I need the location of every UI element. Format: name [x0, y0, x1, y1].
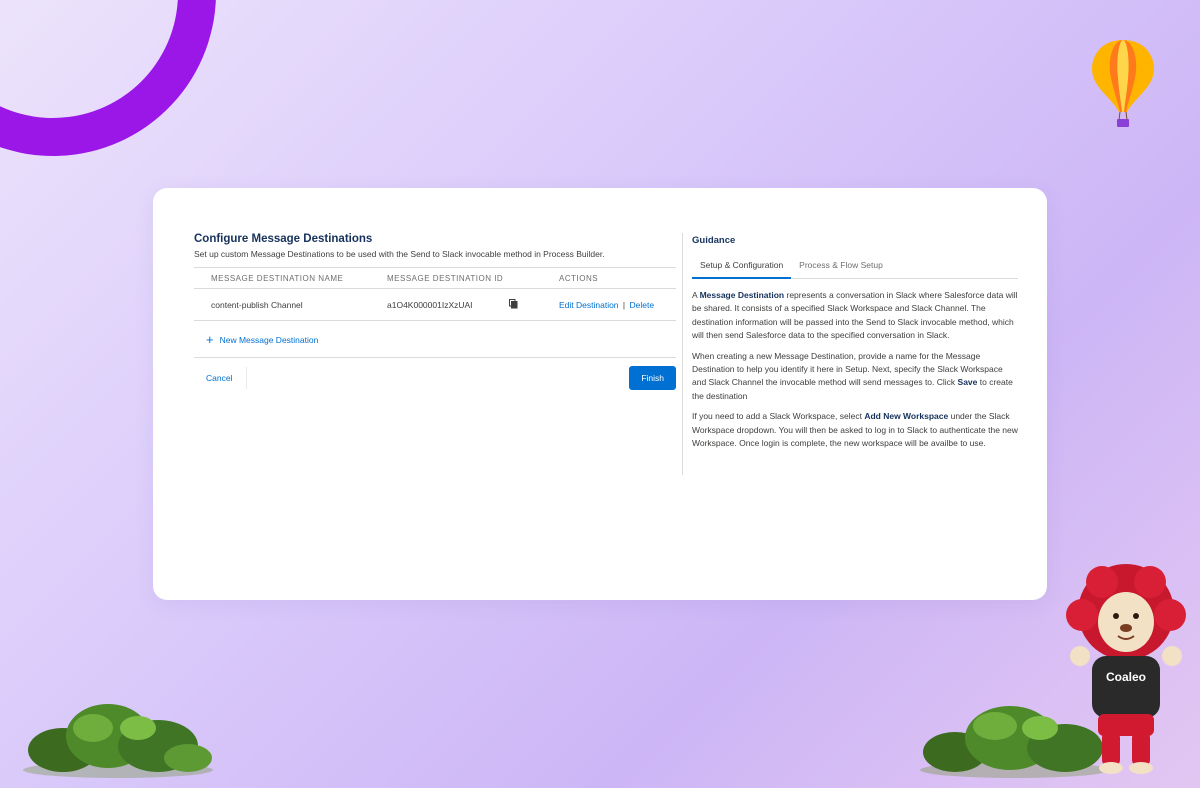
table-row: content-publish Channel a1O4K000001IzXzU…: [194, 288, 676, 321]
table-header-row: MESSAGE DESTINATION NAME MESSAGE DESTINA…: [194, 267, 676, 289]
destinations-table: MESSAGE DESTINATION NAME MESSAGE DESTINA…: [194, 267, 676, 321]
cancel-button[interactable]: Cancel: [194, 367, 248, 389]
column-header-actions: ACTIONS: [559, 267, 676, 289]
page-subtitle: Set up custom Message Destinations to be…: [194, 249, 605, 259]
column-header-id: MESSAGE DESTINATION ID: [387, 267, 559, 289]
hot-air-balloon-illustration: [1092, 40, 1154, 127]
destination-id-cell: a1O4K000001IzXzUAI: [387, 288, 559, 321]
plus-icon: +: [206, 332, 214, 347]
new-destination-label: New Message Destination: [219, 335, 319, 345]
decorative-ring: [0, 0, 253, 193]
actions-separator: |: [622, 300, 626, 310]
copy-icon[interactable]: [508, 299, 518, 311]
tab-setup-configuration[interactable]: Setup & Configuration: [692, 256, 792, 279]
guidance-panel: Guidance Setup & Configuration Process &…: [682, 233, 1018, 475]
footer-actions: Cancel Finish: [194, 358, 676, 390]
guidance-paragraph-1: A Message Destination represents a conve…: [692, 290, 1018, 341]
configure-card: Configure Message Destinations Set up cu…: [153, 188, 1047, 600]
page-title: Configure Message Destinations: [194, 233, 373, 245]
finish-button[interactable]: Finish: [629, 366, 676, 390]
delete-link[interactable]: Delete: [630, 300, 655, 310]
config-panel: Configure Message Destinations Set up cu…: [194, 233, 676, 390]
edit-destination-link[interactable]: Edit Destination: [559, 300, 619, 310]
tab-process-flow-setup[interactable]: Process & Flow Setup: [791, 256, 891, 278]
destination-name: content-publish Channel: [194, 288, 387, 321]
guidance-paragraph-2: When creating a new Message Destination,…: [692, 350, 1013, 401]
guidance-tabs: Setup & Configuration Process & Flow Set…: [692, 256, 1018, 279]
coaleo-lion-mascot: Coaleo: [1066, 564, 1186, 774]
destination-id: a1O4K000001IzXzUAI: [387, 300, 473, 310]
mascot-shirt-text: Coaleo: [1106, 670, 1146, 684]
guidance-paragraph-3: If you need to add a Slack Workspace, se…: [692, 411, 1018, 449]
bush-illustration-left: [23, 704, 213, 778]
actions-cell: Edit Destination | Delete: [559, 288, 676, 321]
new-message-destination-button[interactable]: + New Message Destination: [194, 321, 676, 358]
column-header-name: MESSAGE DESTINATION NAME: [194, 267, 387, 289]
guidance-title: Guidance: [692, 235, 736, 246]
